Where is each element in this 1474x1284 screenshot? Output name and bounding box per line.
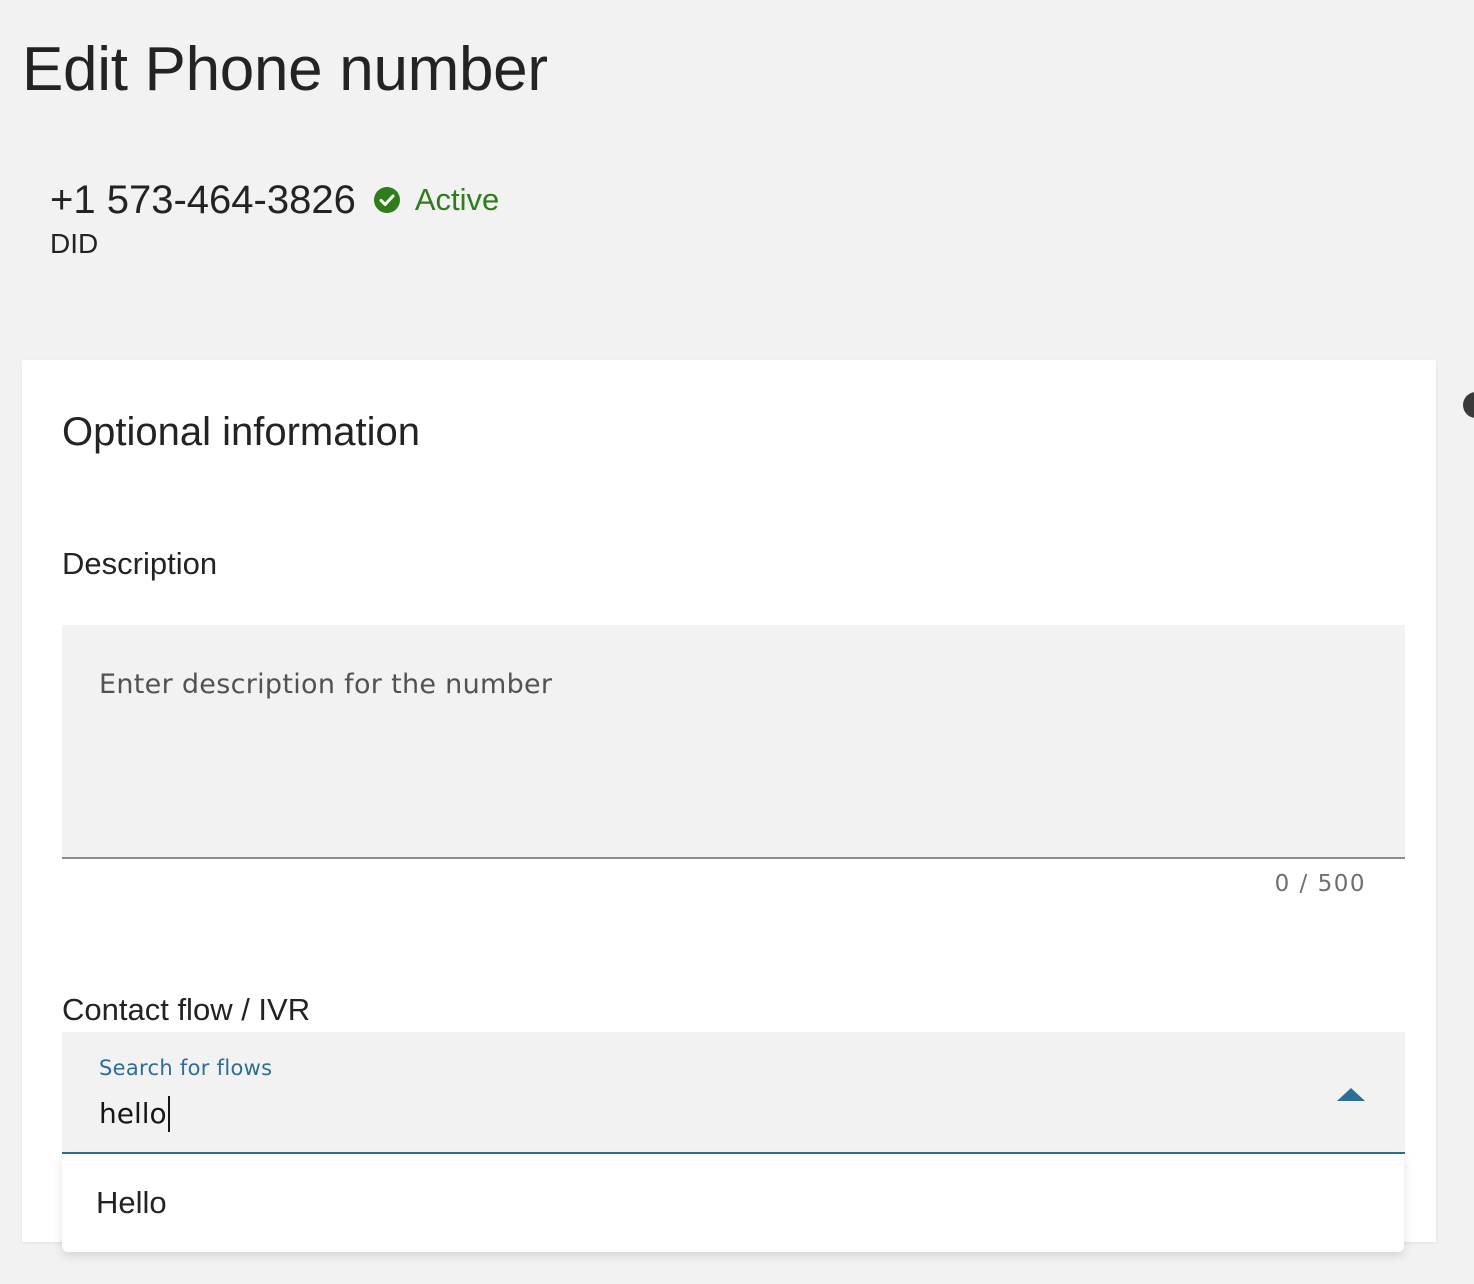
- description-label: Description: [62, 546, 218, 581]
- character-counter: 0 / 500: [1274, 871, 1366, 897]
- dropdown-option-hello[interactable]: Hello: [62, 1155, 1404, 1252]
- contact-flow-search-field[interactable]: Search for flows hello: [62, 1032, 1405, 1154]
- side-handle-icon: [1463, 392, 1474, 418]
- card-title: Optional information: [62, 410, 420, 454]
- caret-up-icon[interactable]: [1333, 1076, 1369, 1112]
- contact-flow-input-value: hello: [99, 1097, 167, 1130]
- check-circle-icon: [373, 186, 401, 214]
- dropdown-option-label: Hello: [96, 1185, 167, 1220]
- description-placeholder: Enter description for the number: [99, 669, 553, 700]
- text-cursor: [167, 1096, 170, 1132]
- page-title: Edit Phone number: [22, 35, 548, 104]
- contact-flow-dropdown: Hello: [62, 1155, 1404, 1252]
- search-flows-label: Search for flows: [99, 1056, 273, 1080]
- contact-flow-label: Contact flow / IVR: [62, 992, 311, 1027]
- status-badge: Active: [414, 182, 500, 217]
- optional-information-card: Optional information Description Enter d…: [22, 360, 1436, 1242]
- phone-number-row: +1 573-464-3826 Active: [50, 172, 499, 228]
- phone-number: +1 573-464-3826: [50, 178, 356, 222]
- contact-flow-input[interactable]: hello: [99, 1094, 170, 1134]
- description-field[interactable]: Enter description for the number: [62, 625, 1405, 859]
- phone-number-summary: +1 573-464-3826 Active DID: [50, 172, 499, 264]
- number-type: DID: [50, 228, 99, 259]
